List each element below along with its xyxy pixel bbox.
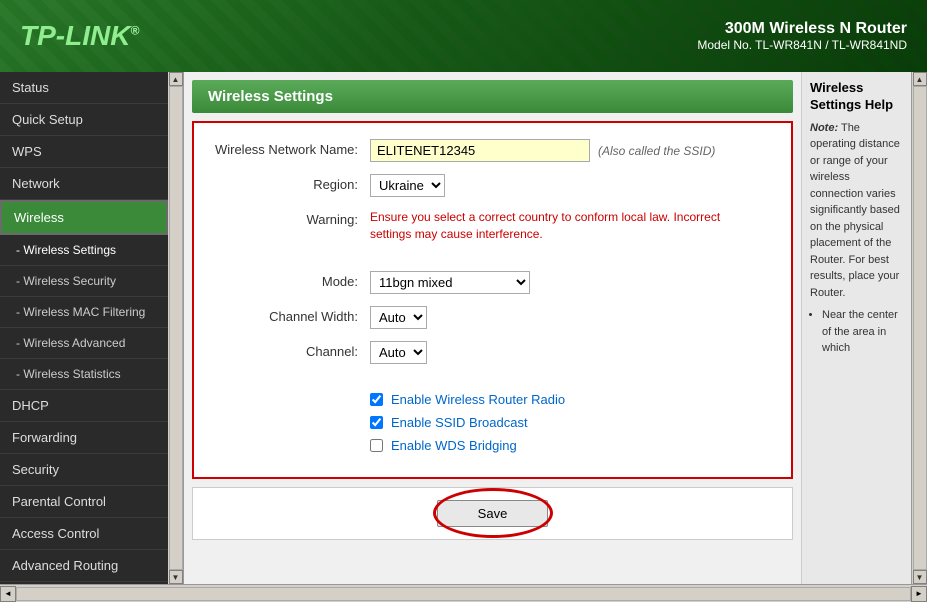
wireless-settings-form: Wireless Network Name: (Also called the … — [192, 121, 793, 479]
channel-label: Channel: — [210, 341, 370, 359]
sidebar-item-dhcp[interactable]: DHCP — [0, 390, 168, 422]
network-name-label: Wireless Network Name: — [210, 139, 370, 157]
enable-wds-bridging-checkbox[interactable] — [370, 439, 383, 452]
h-scroll-right[interactable]: ► — [911, 586, 927, 602]
right-scrollbar: ▲ ▼ — [911, 72, 927, 584]
scroll-track[interactable] — [169, 86, 183, 570]
sidebar-item-advanced-routing[interactable]: Advanced Routing — [0, 550, 168, 582]
region-label: Region: — [210, 174, 370, 192]
save-area: Save — [192, 487, 793, 540]
enable-ssid-broadcast-checkbox[interactable] — [370, 416, 383, 429]
checkbox-row-2: Enable SSID Broadcast — [370, 415, 775, 430]
model-number: Model No. TL-WR841N / TL-WR841ND — [697, 38, 907, 52]
model-name: 300M Wireless N Router — [697, 20, 907, 38]
channel-control: Auto — [370, 341, 775, 364]
sidebar-item-network[interactable]: Network — [0, 168, 168, 200]
region-row: Region: Ukraine — [210, 174, 775, 197]
right-scroll-up[interactable]: ▲ — [913, 72, 927, 86]
warning-label: Warning: — [210, 209, 370, 227]
page-title: Wireless Settings — [208, 88, 777, 105]
mode-row: Mode: 11bgn mixed — [210, 271, 775, 294]
enable-wireless-radio-checkbox[interactable] — [370, 393, 383, 406]
scroll-down-arrow[interactable]: ▼ — [169, 570, 183, 584]
page-title-bar: Wireless Settings — [192, 80, 793, 113]
network-name-control: (Also called the SSID) — [370, 139, 775, 162]
h-scroll-left[interactable]: ◄ — [0, 586, 16, 602]
help-note-text: The operating distance or range of your … — [810, 122, 900, 299]
header: TP-LINK® 300M Wireless N Router Model No… — [0, 0, 927, 72]
warning-text: Ensure you select a correct country to c… — [370, 209, 730, 243]
save-button[interactable]: Save — [437, 500, 549, 527]
network-name-input[interactable] — [370, 139, 590, 162]
region-control: Ukraine — [370, 174, 775, 197]
logo: TP-LINK® — [20, 20, 139, 52]
help-bullet-1: Near the center of the area in which — [822, 307, 903, 357]
sidebar: Status Quick Setup WPS Network Wireless … — [0, 72, 168, 584]
ssid-note: (Also called the SSID) — [598, 144, 715, 158]
channel-width-label: Channel Width: — [210, 306, 370, 324]
checkbox-row-1: Enable Wireless Router Radio — [370, 392, 775, 407]
header-model: 300M Wireless N Router Model No. TL-WR84… — [697, 20, 907, 52]
network-name-row: Wireless Network Name: (Also called the … — [210, 139, 775, 162]
channel-width-select[interactable]: Auto — [370, 306, 427, 329]
enable-ssid-broadcast-label[interactable]: Enable SSID Broadcast — [391, 415, 528, 430]
sidebar-item-wireless-security[interactable]: - Wireless Security — [0, 266, 168, 297]
sidebar-item-forwarding[interactable]: Forwarding — [0, 422, 168, 454]
sidebar-item-wireless-advanced[interactable]: - Wireless Advanced — [0, 328, 168, 359]
logo-text: TP-LINK — [20, 20, 130, 51]
checkbox-row-3: Enable WDS Bridging — [370, 438, 775, 453]
help-note-prefix: Note: — [810, 122, 838, 134]
right-scroll-track[interactable] — [913, 86, 927, 570]
sidebar-item-quick-setup[interactable]: Quick Setup — [0, 104, 168, 136]
enable-wds-bridging-label[interactable]: Enable WDS Bridging — [391, 438, 517, 453]
sidebar-item-status[interactable]: Status — [0, 72, 168, 104]
scroll-up-arrow[interactable]: ▲ — [169, 72, 183, 86]
sidebar-item-wireless[interactable]: Wireless — [0, 200, 168, 235]
sidebar-item-security[interactable]: Security — [0, 454, 168, 486]
sidebar-item-wps[interactable]: WPS — [0, 136, 168, 168]
help-text: Note: The operating distance or range of… — [810, 120, 903, 357]
sidebar-item-wireless-settings[interactable]: - Wireless Settings — [0, 235, 168, 266]
sidebar-item-parental-control[interactable]: Parental Control — [0, 486, 168, 518]
mode-label: Mode: — [210, 271, 370, 289]
h-scroll-track[interactable] — [16, 587, 911, 601]
sidebar-item-wireless-statistics[interactable]: - Wireless Statistics — [0, 359, 168, 390]
mode-control: 11bgn mixed — [370, 271, 775, 294]
left-scrollbar: ▲ ▼ — [168, 72, 184, 584]
enable-wireless-radio-label[interactable]: Enable Wireless Router Radio — [391, 392, 565, 407]
channel-select[interactable]: Auto — [370, 341, 427, 364]
right-scroll-down[interactable]: ▼ — [913, 570, 927, 584]
content-area: Wireless Settings Wireless Network Name:… — [184, 72, 801, 584]
sidebar-item-access-control[interactable]: Access Control — [0, 518, 168, 550]
warning-control: Ensure you select a correct country to c… — [370, 209, 775, 243]
region-select[interactable]: Ukraine — [370, 174, 445, 197]
channel-width-control: Auto — [370, 306, 775, 329]
logo-registered: ® — [130, 24, 139, 38]
bottom-scrollbar: ◄ ► — [0, 584, 927, 602]
mode-select[interactable]: 11bgn mixed — [370, 271, 530, 294]
channel-width-row: Channel Width: Auto — [210, 306, 775, 329]
sidebar-item-wireless-mac-filtering[interactable]: - Wireless MAC Filtering — [0, 297, 168, 328]
channel-row: Channel: Auto — [210, 341, 775, 364]
main-layout: Status Quick Setup WPS Network Wireless … — [0, 72, 927, 584]
help-panel: Wireless Settings Help Note: The operati… — [801, 72, 911, 584]
warning-row: Warning: Ensure you select a correct cou… — [210, 209, 775, 243]
help-title: Wireless Settings Help — [810, 80, 903, 114]
